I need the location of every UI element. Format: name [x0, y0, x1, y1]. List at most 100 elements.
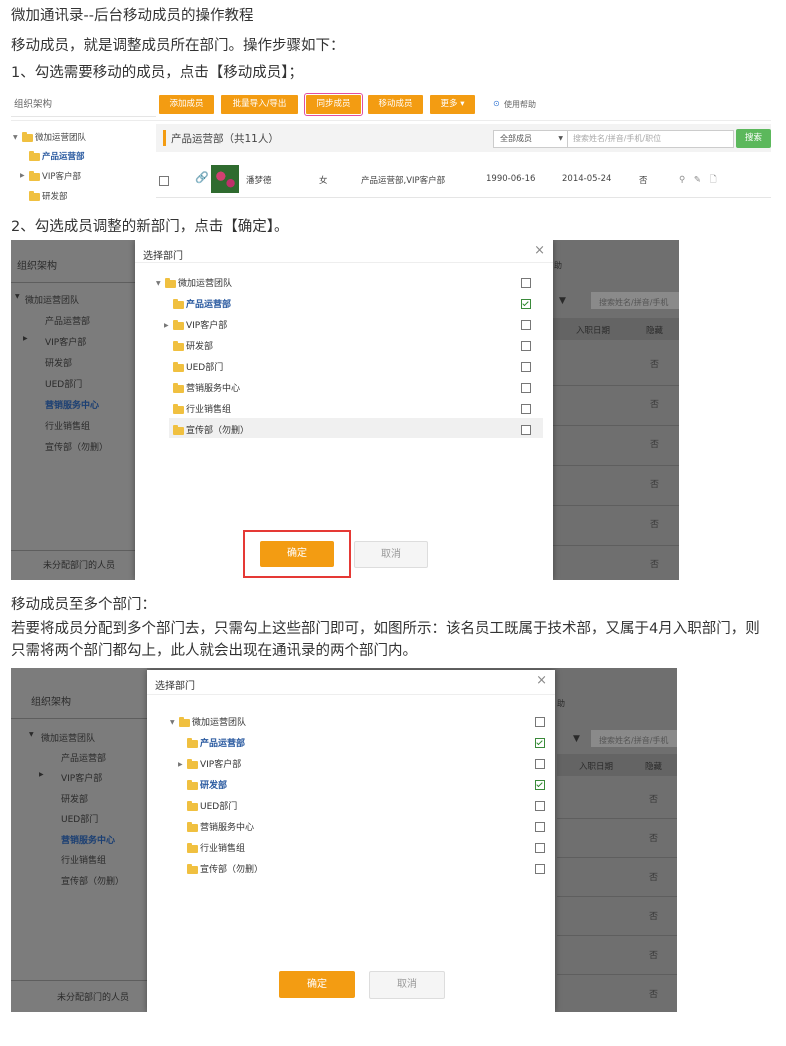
- dept-checkbox-vip[interactable]: [535, 759, 545, 769]
- bg-hidden-cell: 否: [650, 440, 660, 450]
- tree-item-product[interactable]: 产品运营部: [42, 150, 85, 162]
- bg-hidden-cell: 否: [650, 360, 660, 370]
- tree-expanded-arrow-icon[interactable]: ▼: [13, 134, 18, 141]
- dept-item-rd[interactable]: 研发部: [186, 339, 213, 352]
- tree-collapsed-arrow-icon[interactable]: ▶: [164, 322, 169, 329]
- search-button[interactable]: 搜索: [736, 129, 771, 148]
- dept-checkbox-promo[interactable]: [535, 864, 545, 874]
- close-icon[interactable]: ×: [534, 243, 545, 258]
- bg-tree-item: UED部门: [61, 815, 99, 825]
- dept-checkbox-ued[interactable]: [521, 362, 531, 372]
- doc-intro: 移动成员，就是调整成员所在部门。操作步骤如下：: [11, 38, 345, 54]
- dept-item-vip[interactable]: VIP客户部: [200, 757, 241, 770]
- confirm-button[interactable]: 确定: [260, 541, 334, 567]
- folder-icon: [173, 383, 184, 393]
- bg-hidden-cell: 否: [650, 520, 660, 530]
- confirm-button[interactable]: 确定: [279, 971, 355, 998]
- bg-col-join: 入职日期: [576, 326, 611, 336]
- member-name: 潘梦德: [246, 176, 272, 186]
- folder-icon: [173, 299, 184, 309]
- search-input[interactable]: 搜索姓名/拼音/手机/职位: [567, 130, 734, 148]
- dept-checkbox-promo[interactable]: [521, 425, 531, 435]
- dept-item-root[interactable]: 微加运营团队: [192, 715, 246, 728]
- multi-title: 移动成员至多个部门：: [11, 597, 156, 613]
- link-icon: 🔗: [195, 171, 209, 184]
- tree-expanded-arrow-icon[interactable]: ▼: [156, 280, 161, 287]
- bg-tree-item: 营销服务中心: [45, 401, 100, 411]
- folder-icon: [165, 278, 176, 288]
- tree-item-rd[interactable]: 研发部: [42, 190, 68, 202]
- dept-item-sales[interactable]: 行业销售组: [186, 402, 231, 415]
- bg-hidden-cell: 否: [649, 795, 659, 805]
- dept-item-promo[interactable]: 宣传部（勿删）: [186, 423, 249, 436]
- help-link[interactable]: 使用帮助: [504, 99, 536, 110]
- folder-icon: [187, 738, 198, 748]
- bg-search: 搜索姓名/拼音/手机: [599, 298, 669, 307]
- tree-collapsed-arrow-icon[interactable]: ▶: [20, 172, 25, 179]
- dept-item-promo[interactable]: 宣传部（勿删）: [200, 862, 263, 875]
- tree-expanded-arrow-icon[interactable]: ▼: [170, 719, 175, 726]
- help-icon[interactable]: ⊙: [493, 99, 500, 108]
- dept-item-product[interactable]: 产品运营部: [186, 297, 231, 310]
- bg-tree-item: 产品运营部: [61, 754, 107, 764]
- dept-item-rd[interactable]: 研发部: [200, 778, 227, 791]
- dept-checkbox-marketing[interactable]: [535, 822, 545, 832]
- dept-checkbox-root[interactable]: [521, 278, 531, 288]
- select-dept-dialog: 选择部门 × ▼ 微加运营团队 产品运营部 ▶ VIP客户部 研发部 UED部门…: [147, 670, 555, 1012]
- member-join-date: 2014-05-24: [562, 174, 612, 184]
- bg-hidden-cell: 否: [650, 560, 660, 570]
- cancel-button[interactable]: 取消: [354, 541, 428, 568]
- bg-tree-item: UED部门: [45, 380, 83, 390]
- dept-item-sales[interactable]: 行业销售组: [200, 841, 245, 854]
- bg-help: 助: [554, 261, 562, 270]
- row-action-icons[interactable]: ⚲ ✎ 🗋: [679, 174, 720, 188]
- bg-tree-item: 宣传部（勿删）: [61, 877, 125, 887]
- bg-sidebar-title: 组织架构: [31, 697, 71, 708]
- dept-checkbox-sales[interactable]: [521, 404, 531, 414]
- bg-tree-item: 产品运营部: [45, 317, 91, 327]
- folder-icon: [22, 132, 33, 142]
- bg-tree-item: 宣传部（勿删）: [45, 443, 109, 453]
- tree-collapsed-arrow-icon[interactable]: ▶: [178, 761, 183, 768]
- folder-icon: [29, 171, 40, 181]
- bg-tree-item: 行业销售组: [45, 422, 91, 432]
- folder-icon: [173, 362, 184, 372]
- tree-item-root[interactable]: 微加运营团队: [35, 131, 86, 143]
- folder-icon: [173, 320, 184, 330]
- dept-item-marketing[interactable]: 营销服务中心: [186, 381, 240, 394]
- bg-tree-item: 微加运营团队: [41, 734, 96, 744]
- avatar: [211, 165, 239, 193]
- member-filter-select[interactable]: 全部成员 ▼: [493, 130, 568, 148]
- tree-item-vip[interactable]: VIP客户部: [42, 170, 81, 182]
- sync-member-button[interactable]: 同步成员: [304, 93, 363, 116]
- dept-checkbox-ued[interactable]: [535, 801, 545, 811]
- import-export-button[interactable]: 批量导入/导出: [221, 95, 298, 114]
- more-button[interactable]: 更多 ▾: [430, 95, 475, 114]
- dept-item-root[interactable]: 微加运营团队: [178, 276, 232, 289]
- screenshot-multi-dept: 组织架构 ▼ 微加运营团队 产品运营部 ▶ VIP客户部 研发部 UED部门 营…: [11, 668, 677, 1012]
- row-checkbox[interactable]: [159, 176, 169, 186]
- dept-checkbox-marketing[interactable]: [521, 383, 531, 393]
- close-icon[interactable]: ×: [536, 673, 547, 688]
- dept-checkbox-root[interactable]: [535, 717, 545, 727]
- dept-checkbox-vip[interactable]: [521, 320, 531, 330]
- dept-checkbox-rd[interactable]: [535, 780, 545, 790]
- cancel-button[interactable]: 取消: [369, 971, 445, 999]
- select-dept-dialog: 选择部门 × ▼ 微加运营团队 产品运营部 ▶ VIP客户部 研发部 UED部门…: [135, 240, 553, 580]
- dept-item-product[interactable]: 产品运营部: [200, 736, 245, 749]
- folder-icon: [187, 822, 198, 832]
- dept-checkbox-sales[interactable]: [535, 843, 545, 853]
- dept-item-marketing[interactable]: 营销服务中心: [200, 820, 254, 833]
- dept-checkbox-rd[interactable]: [521, 341, 531, 351]
- member-depts: 产品运营部,VIP客户部: [361, 176, 446, 186]
- folder-icon: [187, 864, 198, 874]
- dept-item-vip[interactable]: VIP客户部: [186, 318, 227, 331]
- add-member-button[interactable]: 添加成员: [159, 95, 214, 114]
- dept-checkbox-product[interactable]: [535, 738, 545, 748]
- dept-item-ued[interactable]: UED部门: [200, 799, 237, 812]
- move-member-button[interactable]: 移动成员: [368, 95, 423, 114]
- doc-title: 微加通讯录--后台移动成员的操作教程: [11, 8, 254, 24]
- dept-checkbox-product[interactable]: [521, 299, 531, 309]
- dept-item-ued[interactable]: UED部门: [186, 360, 223, 373]
- bg-sidebar-title: 组织架构: [17, 261, 57, 272]
